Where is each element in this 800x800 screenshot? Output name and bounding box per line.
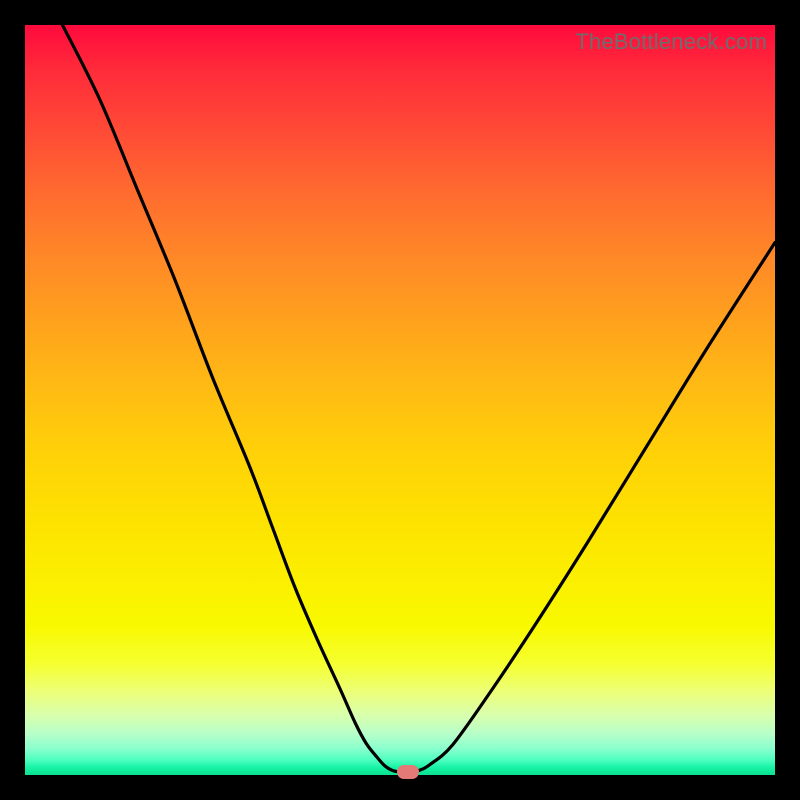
bottleneck-curve — [25, 25, 775, 775]
plot-area: TheBottleneck.com — [25, 25, 775, 775]
optimum-marker — [397, 765, 419, 779]
chart-frame: TheBottleneck.com — [0, 0, 800, 800]
